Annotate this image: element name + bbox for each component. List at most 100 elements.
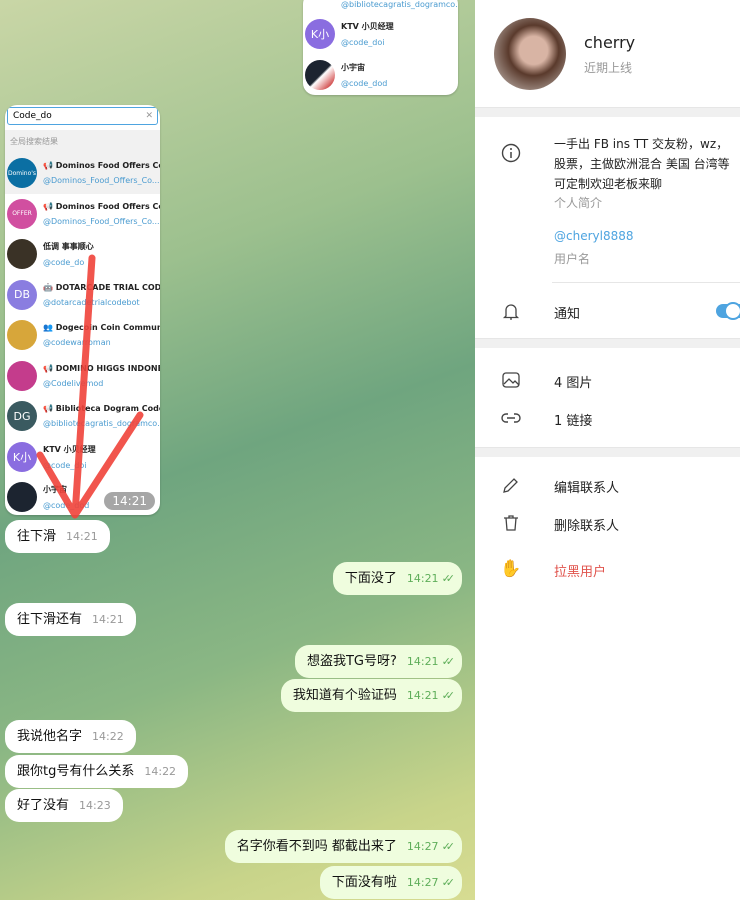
result-name: 📢 DOMINO HIGGS INDONE...	[43, 363, 160, 373]
profile-panel: cherry 近期上线 一手出 FB ins TT 交友粉，wz，股票，主做欧洲…	[475, 0, 740, 900]
double-check-icon: ✓✓	[441, 689, 456, 702]
profile-username[interactable]: @cheryl8888	[554, 229, 634, 243]
message-time: 14:27	[406, 840, 439, 853]
search-result[interactable]: K小 KTV 小贝经理 @code_doi	[5, 437, 160, 478]
search-result[interactable]: 👥 Dogecoin Coin Commun... @codewarroman	[5, 315, 160, 356]
search-result[interactable]: 低调 事事顺心 @code_do	[5, 234, 160, 275]
message-text: 名字你看不到吗 都截出来了	[236, 839, 397, 854]
avatar	[305, 59, 335, 90]
result-name: 小宇宙	[341, 62, 365, 72]
link-icon	[500, 407, 522, 429]
incoming-message[interactable]: 往下滑 14:21	[5, 520, 110, 553]
message-text: 往下滑还有	[17, 612, 83, 627]
message-time: 14:22	[144, 765, 177, 778]
result-username: @Dominos_Food_Offers_Co...	[43, 176, 160, 186]
info-icon	[500, 142, 522, 164]
outgoing-message[interactable]: 我知道有个验证码 14:21 ✓✓	[280, 679, 462, 712]
close-icon[interactable]: ✕	[145, 108, 153, 124]
result-name: 📢 Dominos Food Offers Co...	[43, 201, 160, 211]
outgoing-message[interactable]: 下面没有啦 14:27 ✓✓	[319, 866, 462, 899]
message-text: 往下滑	[17, 529, 57, 544]
incoming-message[interactable]: 好了没有 14:23	[5, 789, 123, 822]
avatar: DB	[7, 279, 37, 310]
result-username: @code_doi	[43, 460, 87, 470]
hand-stop-icon: ✋	[500, 559, 522, 579]
search-result[interactable]: 📢 DOMINO HIGGS INDONE... @Codelivemod	[5, 356, 160, 397]
outgoing-message[interactable]: 下面没了 14:21 ✓✓	[332, 562, 462, 595]
search-input[interactable]: Code_do ✕	[7, 107, 158, 125]
result-username: @code_do	[43, 258, 85, 268]
trash-icon	[500, 512, 522, 534]
bio-label: 个人简介	[554, 196, 603, 210]
photo-icon	[500, 369, 522, 391]
search-result[interactable]: K小 KTV 小贝经理 @code_doi	[303, 14, 458, 55]
incoming-message[interactable]: 我说他名字 14:22	[5, 720, 136, 753]
result-name: 📢 Biblioteca Dogram Code	[43, 404, 160, 414]
profile-bio: 一手出 FB ins TT 交友粉，wz，股票，主做欧洲混合 美国 台湾等可定制…	[554, 137, 730, 191]
result-username: @bibliotecagratis_dogramco...	[341, 0, 458, 9]
profile-status: 近期上线	[584, 61, 633, 75]
message-time: 14:27	[406, 876, 439, 889]
block-user-button[interactable]: 拉黑用户	[554, 561, 606, 580]
avatar: DG	[7, 401, 37, 432]
search-result[interactable]: OFFER 📢 Dominos Food Offers Co... @Dominos…	[5, 194, 160, 235]
message-text: 我说他名字	[17, 729, 83, 744]
result-username: @bibliotecagratis_dogramco...	[43, 419, 160, 429]
incoming-message[interactable]: 跟你tg号有什么关系 14:22	[5, 755, 189, 788]
double-check-icon: ✓✓	[441, 655, 456, 668]
message-text: 我知道有个验证码	[292, 688, 397, 703]
message-time: 14:21	[406, 572, 439, 585]
avatar: K小	[305, 19, 335, 50]
avatar	[7, 482, 37, 513]
bell-icon	[500, 300, 522, 322]
result-username: @code_dod	[341, 78, 388, 88]
search-query: Code_do	[13, 111, 52, 121]
message-time: 14:21	[92, 613, 124, 626]
result-name: KTV 小贝经理	[43, 444, 96, 454]
message-text: 下面没有啦	[331, 875, 397, 890]
message-time: 14:23	[79, 799, 111, 812]
message-time: 14:21	[66, 530, 98, 543]
delete-contact-button[interactable]: 删除联系人	[554, 515, 619, 534]
notifications-toggle[interactable]	[716, 302, 740, 320]
pencil-icon	[500, 474, 522, 496]
photos-link[interactable]: 4 图片	[554, 372, 592, 391]
avatar: K小	[7, 441, 37, 472]
result-username: @code_doi	[341, 38, 385, 48]
message-text: 下面没了	[344, 571, 397, 586]
outgoing-message[interactable]: 想盗我TG号呀? 14:21 ✓✓	[294, 645, 462, 678]
avatar[interactable]	[494, 18, 566, 90]
links-link[interactable]: 1 链接	[554, 410, 592, 429]
chat-area: @bibliotecagratis_dogramco... K小 KTV 小贝经…	[0, 0, 475, 900]
search-result[interactable]: DG 📢 Biblioteca Dogram Code @bibliotecagra…	[5, 396, 160, 437]
avatar: OFFER	[7, 198, 37, 229]
top-screenshot-image[interactable]: @bibliotecagratis_dogramco... K小 KTV 小贝经…	[303, 0, 458, 95]
search-result[interactable]: DB 🤖 DOTARCADE TRIAL COD... @dotarcadetria…	[5, 275, 160, 316]
result-name: KTV 小贝经理	[341, 22, 394, 32]
message-text: 想盗我TG号呀?	[306, 654, 397, 669]
result-name: 低调 事事顺心	[43, 242, 94, 252]
result-name: 👥 Dogecoin Coin Commun...	[43, 323, 160, 333]
message-text: 跟你tg号有什么关系	[17, 764, 135, 779]
message-time: 14:21	[406, 655, 439, 668]
result-username: @code_dod	[43, 501, 90, 511]
search-result[interactable]: 小宇宙 @code_dod	[303, 55, 458, 96]
double-check-icon: ✓✓	[441, 840, 456, 853]
avatar	[7, 239, 37, 270]
incoming-message[interactable]: 往下滑还有 14:21	[5, 603, 136, 636]
result-name: 小宇宙	[43, 485, 67, 495]
search-result[interactable]: Domino's 📢 Dominos Food Offers Co... @Domi…	[5, 153, 160, 194]
double-check-icon: ✓✓	[441, 572, 456, 585]
edit-contact-button[interactable]: 编辑联系人	[554, 477, 619, 496]
message-time: 14:22	[92, 730, 124, 743]
avatar: Domino's	[7, 158, 37, 189]
avatar	[7, 360, 37, 391]
outgoing-message[interactable]: 名字你看不到吗 都截出来了 14:27 ✓✓	[224, 830, 462, 863]
message-time: 14:21	[406, 689, 439, 702]
profile-name: cherry	[584, 33, 636, 52]
result-username: @dotarcadetrialcodebot	[43, 297, 140, 307]
result-username: @Dominos_Food_Offers_Co...	[43, 216, 160, 226]
search-screenshot-image[interactable]: Code_do ✕ 全局搜索结果 Domino's 📢 Dominos Food …	[5, 105, 160, 515]
double-check-icon: ✓✓	[441, 876, 456, 889]
section-label: 全局搜索结果	[5, 130, 160, 153]
